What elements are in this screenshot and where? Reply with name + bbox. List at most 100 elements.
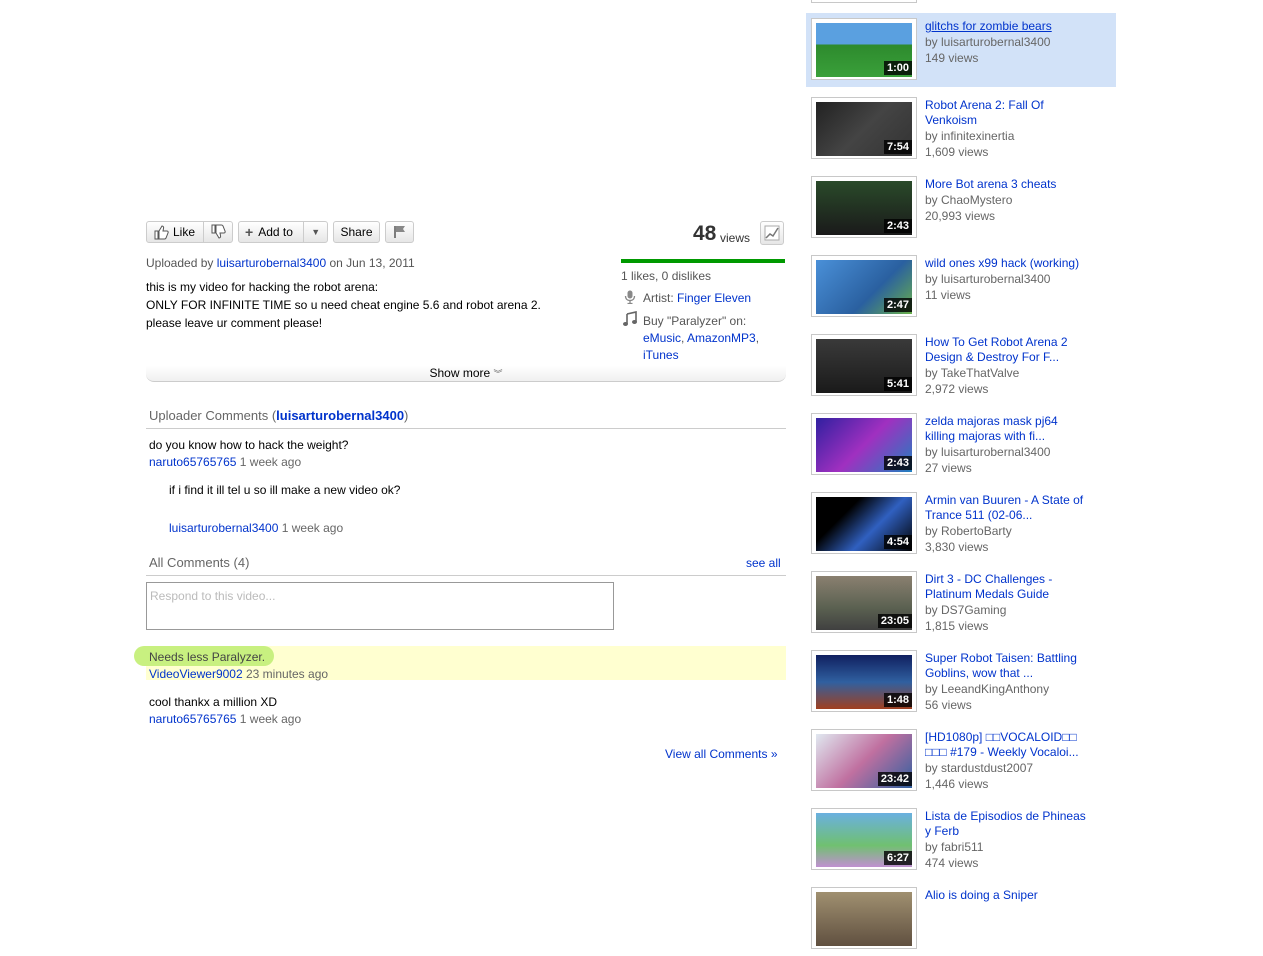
video-title-link[interactable]: [HD1080p] □□VOCALOID□□ □□□ #179 - Weekly … bbox=[925, 730, 1110, 760]
video-uploader: by ChaoMystero bbox=[925, 193, 1013, 207]
video-thumbnail[interactable]: 2:43 bbox=[811, 413, 917, 475]
video-thumbnail[interactable]: 2:47 bbox=[811, 255, 917, 317]
view-all-comments-link[interactable]: View all Comments » bbox=[665, 747, 778, 761]
see-all-link[interactable]: see all bbox=[746, 556, 781, 570]
double-chevron-down-icon: ︾ bbox=[493, 369, 503, 379]
video-thumbnail[interactable]: 1:48 bbox=[811, 650, 917, 712]
comment-user-link[interactable]: naruto65765765 bbox=[149, 712, 236, 726]
buy-song: Buy "Paralyzer" on: eMusic, AmazonMP3, i… bbox=[643, 314, 760, 362]
video-duration: 7:54 bbox=[883, 140, 912, 154]
sidebar-video-item[interactable]: 2:43 zelda majoras mask pj64 killing major… bbox=[806, 408, 1116, 482]
sidebar-video-item[interactable]: 23:05 Dirt 3 - DC Challenges - Platinum Me… bbox=[806, 566, 1116, 640]
video-thumbnail[interactable]: 2:43 bbox=[811, 176, 917, 238]
comment-time: 23 minutes ago bbox=[245, 667, 329, 681]
upload-info: Uploaded by luisarturobernal3400 on Jun … bbox=[146, 256, 415, 270]
uploader-link[interactable]: luisarturobernal3400 bbox=[217, 256, 326, 270]
video-title-line: Platinum Medals Guide bbox=[925, 587, 1050, 601]
sidebar-video-item[interactable]: 2:43 More Bot arena 3 cheats by ChaoMyster… bbox=[806, 171, 1116, 245]
comment-user-link[interactable]: naruto65765765 bbox=[149, 455, 236, 469]
add-to-dropdown[interactable]: ▼ bbox=[303, 222, 327, 242]
video-title-link[interactable]: wild ones x99 hack (working) bbox=[925, 256, 1110, 271]
comment-text: do you know how to hack the weight? bbox=[149, 438, 349, 452]
show-more-button[interactable]: Show more ︾ bbox=[146, 366, 786, 382]
upload-prefix: Uploaded by bbox=[146, 256, 214, 270]
video-title-line: Dirt 3 - DC Challenges - bbox=[925, 572, 1053, 586]
reply-user-link[interactable]: luisarturobernal3400 bbox=[169, 521, 278, 535]
reply-meta: luisarturobernal3400 1 week ago bbox=[169, 521, 343, 535]
uploader-comments-user-link[interactable]: luisarturobernal3400 bbox=[276, 408, 404, 423]
views-label: views bbox=[720, 231, 751, 245]
artist-link[interactable]: Finger Eleven bbox=[677, 291, 751, 305]
video-thumbnail[interactable]: 23:05 bbox=[811, 571, 917, 633]
sidebar-video-item[interactable]: 1:48 Super Robot Taisen: Battling Goblins,… bbox=[806, 645, 1116, 719]
video-uploader: by fabri511 bbox=[925, 840, 984, 854]
video-views: 1,815 views bbox=[925, 619, 989, 633]
comment-user-link[interactable]: VideoViewer9002 bbox=[149, 667, 243, 681]
video-title-line: Lista de Episodios de Phineas bbox=[925, 809, 1086, 823]
video-views: 20,993 views bbox=[925, 209, 996, 223]
video-thumbnail[interactable]: 23:42 bbox=[811, 729, 917, 791]
video-title-line: Armin van Buuren - A State of bbox=[925, 493, 1084, 507]
video-title-link[interactable]: Super Robot Taisen: Battling Goblins, wow… bbox=[925, 651, 1110, 681]
video-duration: 2:47 bbox=[883, 298, 912, 312]
video-uploader: by luisarturobernal3400 bbox=[925, 272, 1051, 286]
thumbs-down-icon bbox=[211, 224, 226, 239]
sidebar-video-item[interactable]: 6:27 Lista de Episodios de Phineas y Ferb b… bbox=[806, 803, 1116, 877]
video-uploader: by infinitexinertia bbox=[925, 129, 1015, 143]
sidebar-video-item[interactable]: 7:54 Robot Arena 2: Fall Of Venkoism by inf… bbox=[806, 92, 1116, 166]
video-uploader: by stardustdust2007 bbox=[925, 761, 1034, 775]
video-title-line: Goblins, wow that ... bbox=[925, 666, 1034, 680]
video-duration: 2:43 bbox=[883, 456, 912, 470]
video-title-link[interactable]: Lista de Episodios de Phineas y Ferb bbox=[925, 809, 1110, 839]
comment-meta: VideoViewer9002 23 minutes ago bbox=[149, 667, 328, 681]
video-title-link[interactable]: How To Get Robot Arena 2 Design & Destroy… bbox=[925, 335, 1110, 365]
sidebar-video-item[interactable]: 1:00 glitchs for zombie bears by luisartur… bbox=[806, 13, 1116, 87]
video-thumbnail[interactable]: 6:27 bbox=[811, 808, 917, 870]
description-line: ONLY FOR INFINITE TIME so u need cheat e… bbox=[146, 298, 541, 312]
comment-input[interactable]: Respond to this video... bbox=[146, 582, 614, 630]
sidebar-video-item[interactable]: 23:42 [HD1080p] □□VOCALOID□□ □□□ #179 - We… bbox=[806, 724, 1116, 798]
video-title-line: glitchs for zombie bears bbox=[925, 19, 1052, 33]
plus-icon: + bbox=[245, 224, 254, 240]
video-duration: 2:43 bbox=[883, 219, 912, 233]
add-to-segment[interactable]: + Add to bbox=[239, 222, 303, 242]
video-views: 11 views bbox=[925, 288, 971, 302]
flag-button[interactable] bbox=[385, 221, 414, 243]
video-title-link[interactable]: zelda majoras mask pj64 killing majoras w… bbox=[925, 414, 1110, 444]
add-to-button[interactable]: + Add to ▼ bbox=[238, 221, 328, 243]
title-prefix: Uploader Comments ( bbox=[149, 408, 277, 423]
share-button[interactable]: Share bbox=[333, 221, 380, 243]
like-segment[interactable]: Like bbox=[147, 222, 203, 242]
sidebar-video-item[interactable]: 4:54 Armin van Buuren - A State of Trance … bbox=[806, 487, 1116, 561]
video-thumbnail[interactable] bbox=[811, 887, 917, 949]
video-uploader: by TakeThatValve bbox=[925, 366, 1020, 380]
video-duration: 23:05 bbox=[877, 614, 912, 628]
like-button[interactable]: Like bbox=[146, 221, 233, 243]
video-thumbnail[interactable]: 1:00 bbox=[811, 18, 917, 80]
video-thumbnail[interactable]: 5:41 bbox=[811, 334, 917, 396]
sidebar-video-item[interactable]: 5:41 How To Get Robot Arena 2 Design & Des… bbox=[806, 329, 1116, 403]
video-title-link[interactable]: Dirt 3 - DC Challenges - Platinum Medals … bbox=[925, 572, 1110, 602]
sidebar-video-item[interactable]: 2:47 wild ones x99 hack (working) by luisa… bbox=[806, 250, 1116, 324]
sidebar-video-item[interactable]: Alio is doing a Sniper bbox=[806, 882, 1116, 956]
store-emusic-link[interactable]: eMusic bbox=[643, 331, 681, 345]
stats-button[interactable] bbox=[760, 221, 784, 245]
store-itunes-link[interactable]: iTunes bbox=[643, 348, 679, 362]
video-thumbnail[interactable]: 4:54 bbox=[811, 492, 917, 554]
video-views: 1,446 views bbox=[925, 777, 989, 791]
video-duration: 6:27 bbox=[883, 851, 912, 865]
video-title-link[interactable]: Armin van Buuren - A State of Trance 511 … bbox=[925, 493, 1110, 523]
video-title-line: zelda majoras mask pj64 bbox=[925, 414, 1058, 428]
video-title-link[interactable]: More Bot arena 3 cheats bbox=[925, 177, 1110, 192]
video-duration: 23:42 bbox=[877, 772, 912, 786]
video-title-link[interactable]: glitchs for zombie bears bbox=[925, 19, 1110, 34]
reply-time: 1 week ago bbox=[281, 521, 344, 535]
store-amazonmp3-link[interactable]: AmazonMP3 bbox=[687, 331, 756, 345]
video-title-link[interactable]: Robot Arena 2: Fall Of Venkoism bbox=[925, 98, 1110, 128]
video-duration: 1:00 bbox=[883, 61, 912, 75]
dislike-button[interactable] bbox=[203, 222, 232, 242]
video-thumbnail[interactable]: 7:54 bbox=[811, 97, 917, 159]
video-title-link[interactable]: Alio is doing a Sniper bbox=[925, 888, 1110, 903]
show-more-label: Show more bbox=[429, 366, 491, 380]
video-views: 3,830 views bbox=[925, 540, 989, 554]
